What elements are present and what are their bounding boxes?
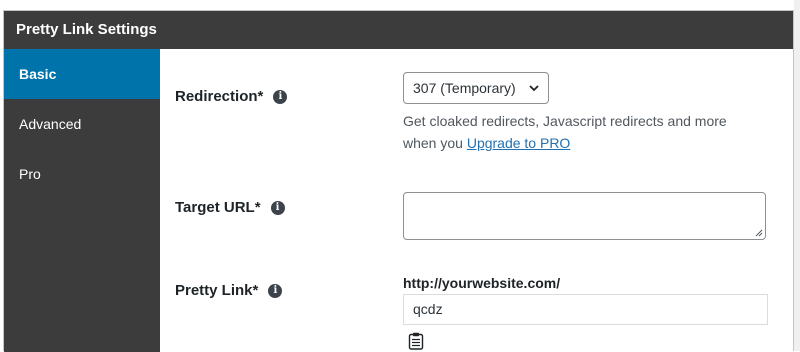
redirection-help-text: Get cloaked redirects, Javascript redire… <box>403 110 763 154</box>
redirection-label: Redirection* <box>175 88 264 105</box>
info-icon[interactable]: i <box>273 89 288 104</box>
pretty-link-label: Pretty Link* <box>175 282 259 299</box>
sidebar-item-pro[interactable]: Pro <box>4 149 160 199</box>
sidebar-item-advanced[interactable]: Advanced <box>4 99 160 149</box>
target-url-label: Target URL* <box>175 199 261 216</box>
info-icon[interactable]: i <box>268 283 283 298</box>
panel-title: Pretty Link Settings <box>4 11 793 49</box>
target-url-row-label: Target URL* i <box>175 199 285 216</box>
redirection-row-label: Redirection* i <box>175 88 288 105</box>
base-url-text: http://yourwebsite.com/ <box>403 275 561 291</box>
resize-grip-icon[interactable] <box>755 229 763 237</box>
upgrade-to-pro-link[interactable]: Upgrade to PRO <box>467 135 571 151</box>
target-url-textarea[interactable] <box>403 192 766 240</box>
settings-sidebar: Basic Advanced Pro <box>4 49 160 352</box>
pretty-link-slug-input[interactable]: qcdz <box>403 294 768 325</box>
settings-screen: Pretty Link Settings Basic Advanced Pro … <box>0 0 800 352</box>
pretty-link-row-label: Pretty Link* i <box>175 282 283 299</box>
settings-panel: Pretty Link Settings Basic Advanced Pro … <box>3 10 794 352</box>
redirection-select[interactable]: 307 (Temporary) <box>403 72 549 104</box>
sidebar-item-basic[interactable]: Basic <box>4 49 160 99</box>
right-gutter <box>794 0 800 351</box>
settings-content: Redirection* i 307 (Temporary) Get cloak… <box>160 49 793 351</box>
chevron-down-icon <box>529 85 539 92</box>
clipboard-icon[interactable] <box>408 332 424 350</box>
info-icon[interactable]: i <box>270 200 285 215</box>
top-strip <box>0 0 794 10</box>
redirection-selected-value: 307 (Temporary) <box>413 80 516 96</box>
